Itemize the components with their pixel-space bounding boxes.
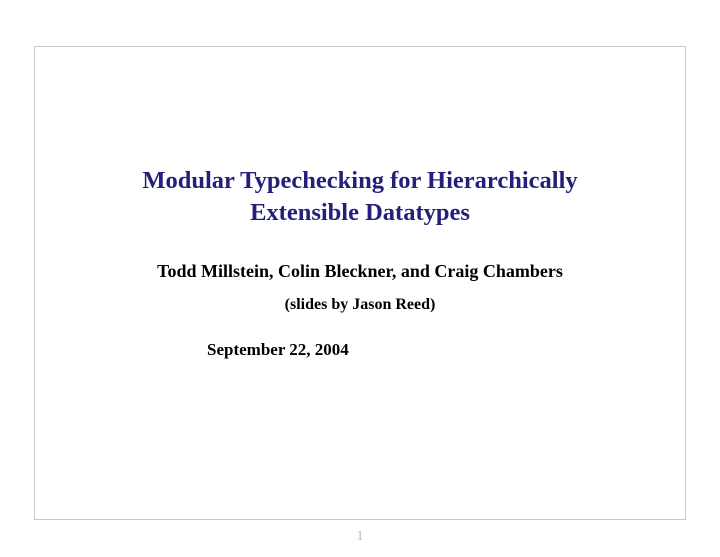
slide-content: Modular Typechecking for Hierarchically … bbox=[35, 47, 685, 360]
title-line-1: Modular Typechecking for Hierarchically bbox=[142, 167, 577, 194]
slides-by: (slides by Jason Reed) bbox=[35, 296, 685, 314]
title-line-2: Extensible Datatypes bbox=[250, 199, 470, 226]
slide-title: Modular Typechecking for Hierarchically … bbox=[80, 165, 640, 229]
page-number: 1 bbox=[0, 529, 720, 545]
slide-frame: Modular Typechecking for Hierarchically … bbox=[34, 46, 686, 520]
authors: Todd Millstein, Colin Bleckner, and Crai… bbox=[35, 261, 685, 282]
date: September 22, 2004 bbox=[207, 340, 685, 360]
